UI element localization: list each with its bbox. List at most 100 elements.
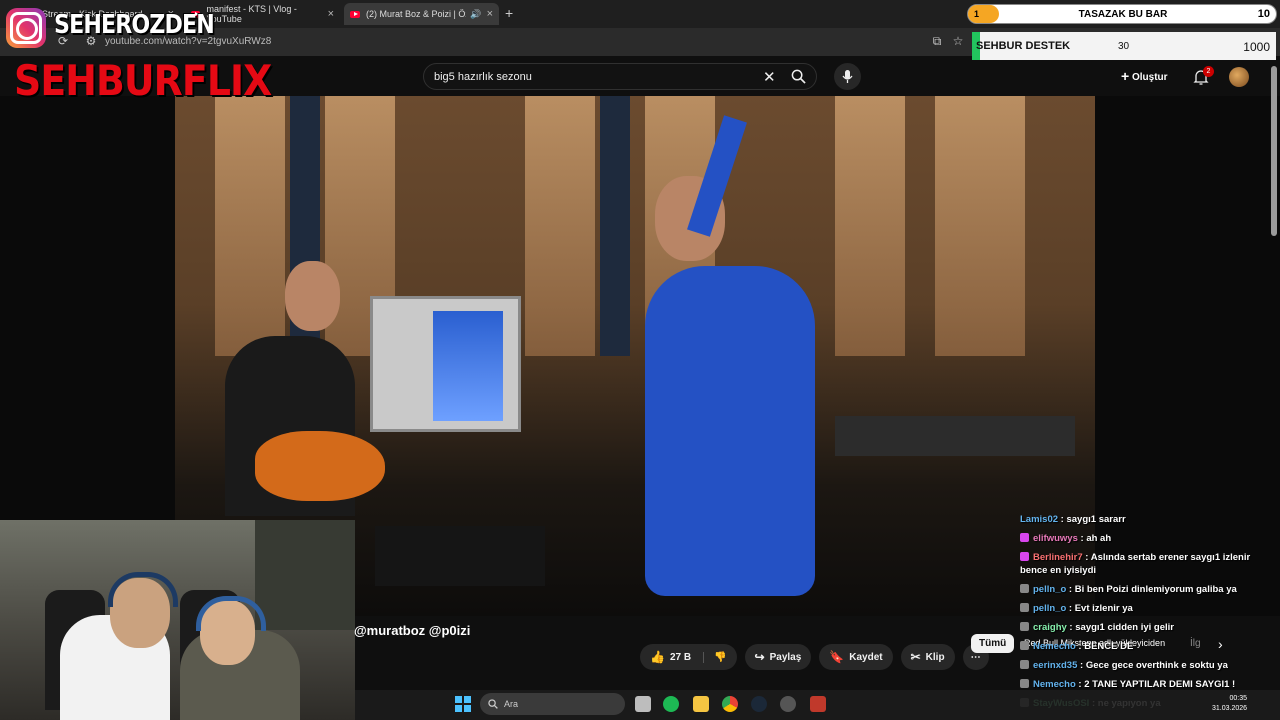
chat-separator: : bbox=[1077, 660, 1086, 671]
chat-text: Bi ben Poizi dinlemiyorum galiba ya bbox=[1074, 584, 1237, 595]
create-label: Oluştur bbox=[1131, 72, 1168, 83]
chat-username: elifwuwys bbox=[1033, 533, 1078, 544]
chat-username: Nemecho bbox=[1033, 641, 1076, 652]
video-actions: 👍 27 B 👎 ↪ Paylaş 🔖 Kaydet ✂ Klip ⋯ bbox=[640, 644, 989, 670]
chat-username: Berlinehir7 bbox=[1033, 552, 1083, 563]
plus-icon: + bbox=[1121, 68, 1130, 84]
bookmark-icon: 🔖 bbox=[829, 650, 845, 664]
like-count: 27 B bbox=[669, 651, 692, 663]
app-icon[interactable] bbox=[810, 696, 826, 712]
search-bar[interactable]: big5 hazırlık sezonu ✕ bbox=[423, 63, 817, 90]
wood-panel bbox=[525, 96, 595, 356]
stage-backdrop bbox=[600, 96, 630, 356]
audio-playing-icon[interactable]: 🔊 bbox=[470, 9, 481, 20]
chat-message: pelln_o : Bi ben Poizi dinlemiyorum gali… bbox=[1020, 583, 1270, 596]
tab-murat-boz-poizi[interactable]: (2) Murat Boz & Poizi | Özle... 🔊 × bbox=[344, 3, 499, 25]
clock-time: 00:35 bbox=[1229, 695, 1248, 702]
instagram-logo-icon bbox=[6, 8, 46, 48]
chat-separator: : bbox=[1066, 622, 1076, 633]
electric-guitar bbox=[255, 431, 385, 501]
filter-chip-all[interactable]: Tümü bbox=[971, 634, 1015, 653]
taskbar-search-placeholder: Ara bbox=[504, 699, 519, 709]
close-tab-icon[interactable]: × bbox=[328, 8, 334, 20]
chat-separator: : bbox=[1075, 679, 1085, 690]
chat-text: saygı1 cidden iyi gelir bbox=[1075, 622, 1174, 633]
support-goal-widget: SEHBUR DESTEK 30 1000 bbox=[972, 32, 1276, 60]
support-goal: 1000 bbox=[1243, 40, 1270, 54]
chat-badge-icon bbox=[1020, 641, 1029, 650]
tab-title: (2) Murat Boz & Poizi | Özle... bbox=[366, 9, 466, 19]
chat-message: elifwuwys : ah ah bbox=[1020, 532, 1270, 545]
clear-search-icon[interactable]: ✕ bbox=[763, 68, 776, 86]
share-icon: ↪ bbox=[754, 650, 765, 664]
chat-username: Lamis02 bbox=[1020, 514, 1059, 525]
chat-message: Lamis02 : saygı1 sararr bbox=[1020, 513, 1270, 526]
thumbs-down-icon[interactable]: 👎 bbox=[703, 651, 727, 663]
chat-message: eerinxd35 : Gece gece overthink e soktu … bbox=[1020, 659, 1270, 672]
chat-message: pelln_o : Evt izlenir ya bbox=[1020, 602, 1270, 615]
tab-title: manifest - KTS | Vlog - YouTube bbox=[206, 4, 297, 24]
chat-text: Evt izlenir ya bbox=[1074, 603, 1133, 614]
cast-icon[interactable]: ⧉ bbox=[930, 34, 944, 48]
chat-text: BENCE DE bbox=[1084, 641, 1134, 652]
new-tab-button[interactable]: + bbox=[505, 5, 513, 21]
chrome-icon[interactable] bbox=[722, 696, 738, 712]
support-label: SEHBUR DESTEK bbox=[976, 40, 1071, 52]
file-explorer-icon[interactable] bbox=[693, 696, 709, 712]
spotify-icon[interactable] bbox=[663, 696, 679, 712]
chat-message: craighy : saygı1 cidden iyi gelir bbox=[1020, 621, 1270, 634]
webcam-background-shelf bbox=[255, 520, 355, 630]
search-icon bbox=[488, 699, 498, 709]
taskbar-search[interactable]: Ara bbox=[480, 693, 625, 715]
more-icon: ⋯ bbox=[970, 651, 981, 663]
chat-message: Berlinehir7 : Aslında sertab erener sayg… bbox=[1020, 551, 1270, 577]
bookmark-star-icon[interactable]: ☆ bbox=[951, 34, 965, 48]
goal-label: TASAZAK BU BAR bbox=[1078, 9, 1168, 20]
music-stand bbox=[375, 526, 545, 586]
avatar[interactable] bbox=[1229, 67, 1249, 87]
close-tab-icon[interactable]: × bbox=[487, 8, 493, 20]
page-scrollbar[interactable] bbox=[1271, 66, 1277, 236]
search-input[interactable]: big5 hazırlık sezonu bbox=[434, 71, 532, 83]
chat-message: Nemecho : BENCE DE bbox=[1020, 640, 1270, 653]
microphone-icon bbox=[842, 70, 853, 83]
share-button[interactable]: ↪ Paylaş bbox=[744, 644, 812, 670]
clip-label: Klip bbox=[925, 651, 945, 663]
chat-text: Gece gece overthink e soktu ya bbox=[1085, 660, 1228, 671]
clip-button[interactable]: ✂ Klip bbox=[900, 644, 955, 670]
headphones-icon bbox=[108, 572, 178, 607]
scissors-icon: ✂ bbox=[910, 650, 921, 664]
chat-badge-icon bbox=[1020, 660, 1029, 669]
search-icon[interactable] bbox=[791, 69, 806, 84]
clock-date: 31.03.2026 bbox=[1212, 705, 1248, 712]
wood-panel bbox=[935, 96, 1025, 356]
webcam-overlay bbox=[0, 520, 355, 720]
chat-text: saygı1 sararr bbox=[1066, 514, 1126, 525]
chat-badge-icon bbox=[1020, 679, 1029, 688]
task-view-icon[interactable] bbox=[635, 696, 651, 712]
keyboard bbox=[835, 416, 1075, 456]
drinks-fridge bbox=[370, 296, 521, 432]
share-label: Paylaş bbox=[769, 651, 802, 663]
obs-icon[interactable] bbox=[780, 696, 796, 712]
save-button[interactable]: 🔖 Kaydet bbox=[819, 644, 893, 670]
system-clock[interactable]: 00:35 31.03.2026 bbox=[1212, 694, 1247, 714]
create-button[interactable]: + Oluştur bbox=[1121, 68, 1168, 84]
windows-start-icon[interactable] bbox=[455, 696, 471, 712]
support-current: 30 bbox=[1118, 41, 1130, 52]
notification-badge: 2 bbox=[1203, 66, 1214, 77]
youtube-favicon-icon bbox=[350, 10, 360, 18]
chat-badge-icon bbox=[1020, 584, 1029, 593]
steam-icon[interactable] bbox=[751, 696, 767, 712]
stream-chat-overlay: Lamis02 : saygı1 sararr elifwuwys : ah ah… bbox=[1020, 513, 1270, 716]
chat-separator: : bbox=[1082, 552, 1091, 563]
chat-username: eerinxd35 bbox=[1033, 660, 1078, 671]
fridge-glass bbox=[433, 311, 503, 421]
voice-search-button[interactable] bbox=[834, 63, 861, 90]
video-title-handles[interactable]: @muratboz @p0izi bbox=[354, 623, 470, 638]
chat-badge-icon bbox=[1020, 622, 1029, 631]
chat-separator: : bbox=[1066, 603, 1075, 614]
like-button[interactable]: 👍 27 B 👎 bbox=[640, 644, 737, 670]
chat-badge-icon bbox=[1020, 533, 1029, 542]
wood-panel bbox=[835, 96, 905, 356]
